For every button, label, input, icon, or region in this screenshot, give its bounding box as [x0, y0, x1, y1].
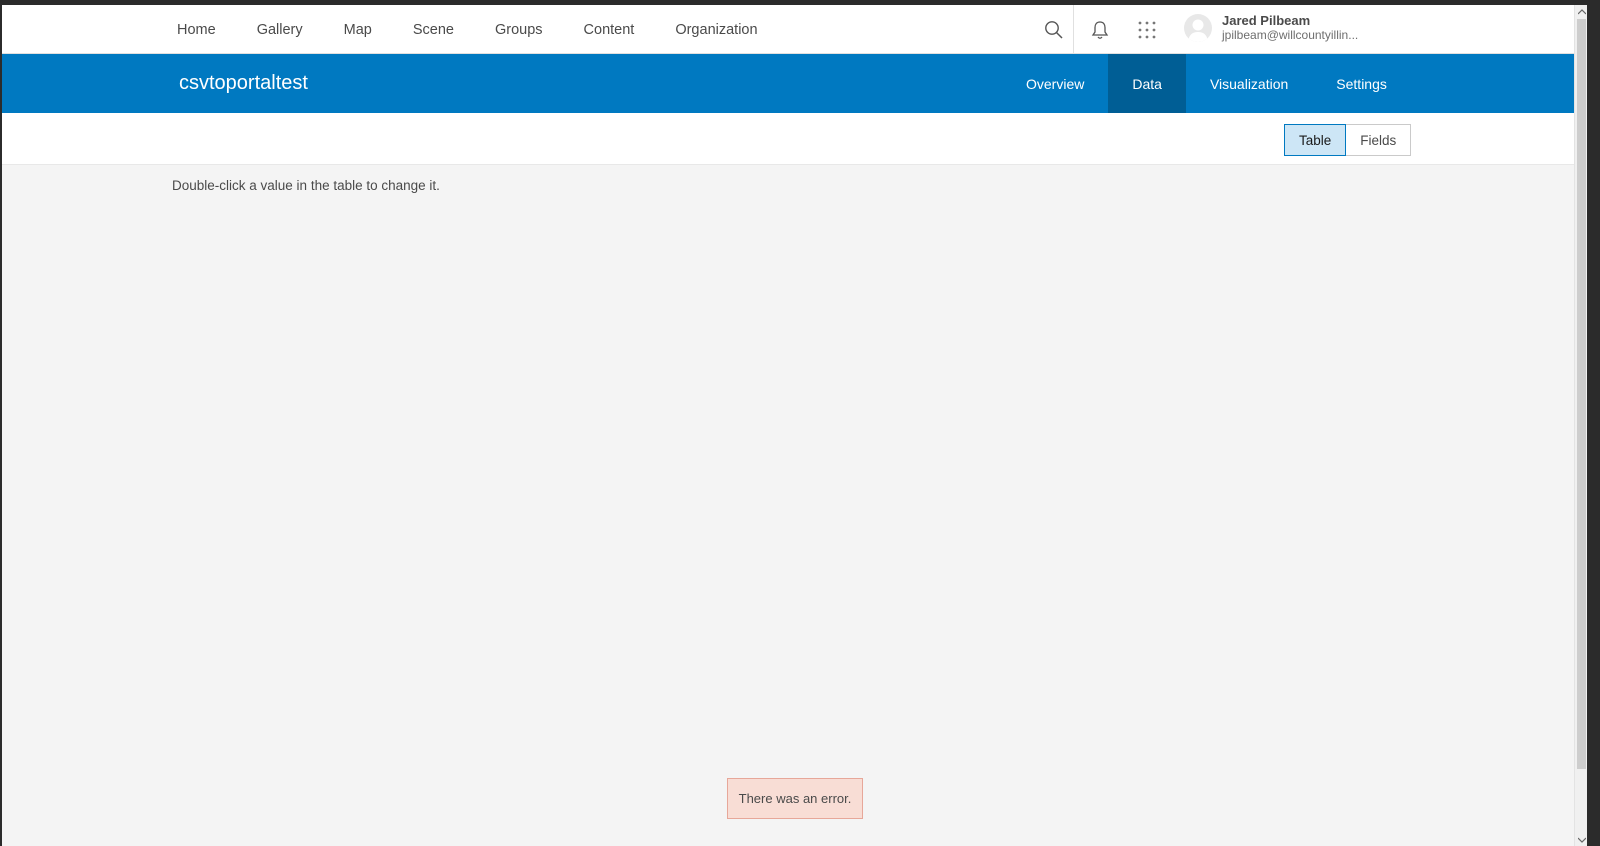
fields-view-button[interactable]: Fields	[1346, 124, 1412, 156]
page-scrollbar[interactable]	[1574, 5, 1587, 846]
nav-link-map[interactable]: Map	[344, 22, 372, 38]
user-email: jpilbeam@willcountyillin...	[1222, 28, 1359, 42]
tab-visualization[interactable]: Visualization	[1186, 54, 1312, 113]
item-header: csvtoportaltest Overview Data Visualizat…	[2, 54, 1587, 113]
data-toolbar: Table Fields	[2, 113, 1587, 165]
nav-link-scene[interactable]: Scene	[413, 22, 454, 38]
user-avatar-icon	[1188, 19, 1208, 42]
nav-link-organization[interactable]: Organization	[675, 22, 757, 38]
edit-hint-text: Double-click a value in the table to cha…	[172, 178, 440, 193]
user-name: Jared Pilbeam	[1222, 13, 1311, 28]
scroll-down-arrow[interactable]	[1575, 833, 1587, 846]
apps-button[interactable]	[1134, 17, 1160, 43]
apps-grid-icon	[1138, 21, 1156, 39]
scroll-up-arrow[interactable]	[1575, 5, 1587, 18]
chevron-down-icon	[1577, 837, 1586, 843]
avatar	[1184, 14, 1212, 42]
view-toggle: Table Fields	[1284, 124, 1412, 156]
tab-data[interactable]: Data	[1108, 54, 1186, 113]
chevron-up-icon	[1577, 8, 1586, 14]
tab-settings[interactable]: Settings	[1312, 54, 1411, 113]
table-view-button[interactable]: Table	[1284, 124, 1347, 156]
nav-link-home[interactable]: Home	[177, 22, 216, 38]
top-navigation: Home Gallery Map Scene Groups Content Or…	[2, 5, 1587, 54]
browser-viewport: Home Gallery Map Scene Groups Content Or…	[2, 5, 1587, 846]
nav-link-groups[interactable]: Groups	[495, 22, 543, 38]
search-icon	[1045, 21, 1063, 39]
search-button[interactable]	[1041, 17, 1067, 43]
scroll-thumb[interactable]	[1577, 19, 1586, 769]
nav-links: Home Gallery Map Scene Groups Content Or…	[177, 5, 799, 54]
bell-icon	[1091, 21, 1109, 39]
tab-overview[interactable]: Overview	[1002, 54, 1108, 113]
nav-link-content[interactable]: Content	[584, 22, 635, 38]
nav-divider	[1073, 5, 1074, 54]
item-title: csvtoportaltest	[179, 72, 308, 94]
user-menu[interactable]: Jared Pilbeam jpilbeam@willcountyillin..…	[1184, 13, 1358, 43]
error-toast: There was an error.	[727, 778, 863, 819]
error-message: There was an error.	[738, 791, 852, 806]
user-info: Jared Pilbeam jpilbeam@willcountyillin..…	[1222, 13, 1358, 43]
nav-link-gallery[interactable]: Gallery	[257, 22, 303, 38]
notifications-button[interactable]	[1087, 17, 1113, 43]
item-tabs: Overview Data Visualization Settings	[1002, 54, 1411, 113]
